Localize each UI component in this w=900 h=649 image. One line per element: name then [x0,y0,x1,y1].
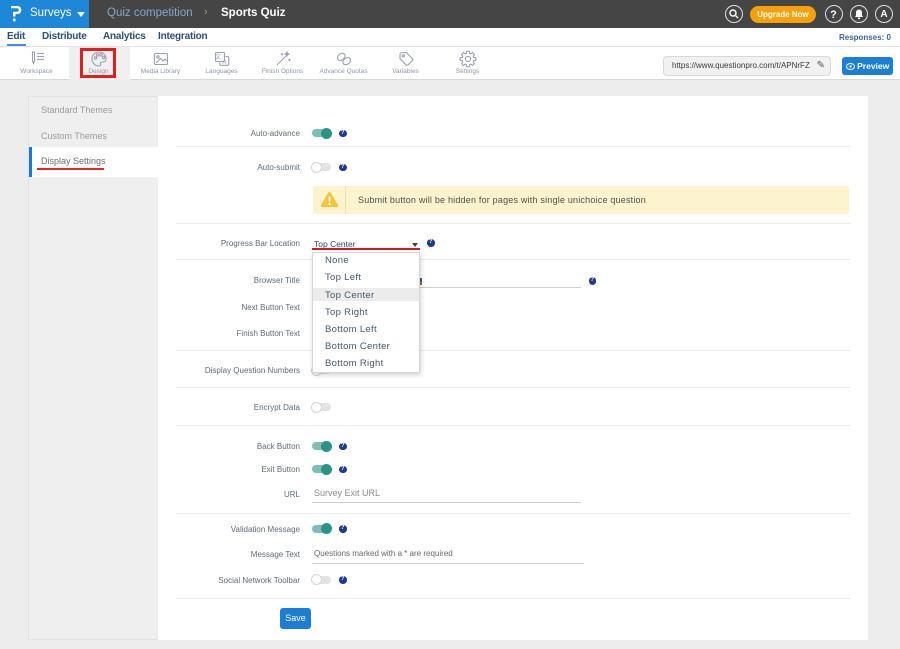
svg-text:A: A [222,59,227,66]
svg-text:文: 文 [214,53,220,61]
